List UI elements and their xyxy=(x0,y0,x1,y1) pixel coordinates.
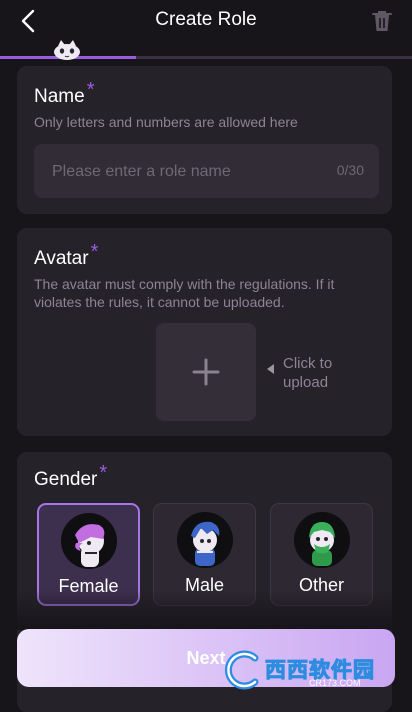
avatar-upload-button[interactable] xyxy=(156,323,256,421)
page-title: Create Role xyxy=(155,9,257,30)
name-field: 0/30 xyxy=(34,144,379,200)
char-counter: 0/30 xyxy=(336,162,364,178)
mascot-icon xyxy=(54,40,80,60)
male-avatar-icon xyxy=(176,512,233,568)
watermark-sub: CR173.COM xyxy=(309,678,361,688)
required-mark: * xyxy=(99,462,108,484)
role-name-input[interactable] xyxy=(50,144,324,200)
name-label: Name * xyxy=(34,79,95,107)
watermark: 西西软件园 CR173.COM xyxy=(219,650,394,690)
female-avatar-icon xyxy=(60,513,117,569)
avatar-label: Avatar * xyxy=(34,241,99,269)
other-avatar-icon xyxy=(293,512,350,568)
name-card: Name * Only letters and numbers are allow… xyxy=(17,66,392,214)
gender-label: Gender * xyxy=(34,462,108,490)
avatar-card: Avatar * The avatar must comply with the … xyxy=(17,228,392,436)
required-mark: * xyxy=(90,241,99,263)
avatar-hint: The avatar must comply with the regulati… xyxy=(34,276,335,310)
arrow-left-icon xyxy=(267,364,274,374)
trash-icon[interactable] xyxy=(370,9,394,33)
bottom-fade xyxy=(0,590,412,630)
name-hint: Only letters and numbers are allowed her… xyxy=(34,114,298,130)
upload-hint-text: Click to upload xyxy=(283,355,333,391)
required-mark: * xyxy=(86,79,95,101)
plus-icon xyxy=(192,358,220,386)
watermark-logo-icon xyxy=(224,650,259,690)
